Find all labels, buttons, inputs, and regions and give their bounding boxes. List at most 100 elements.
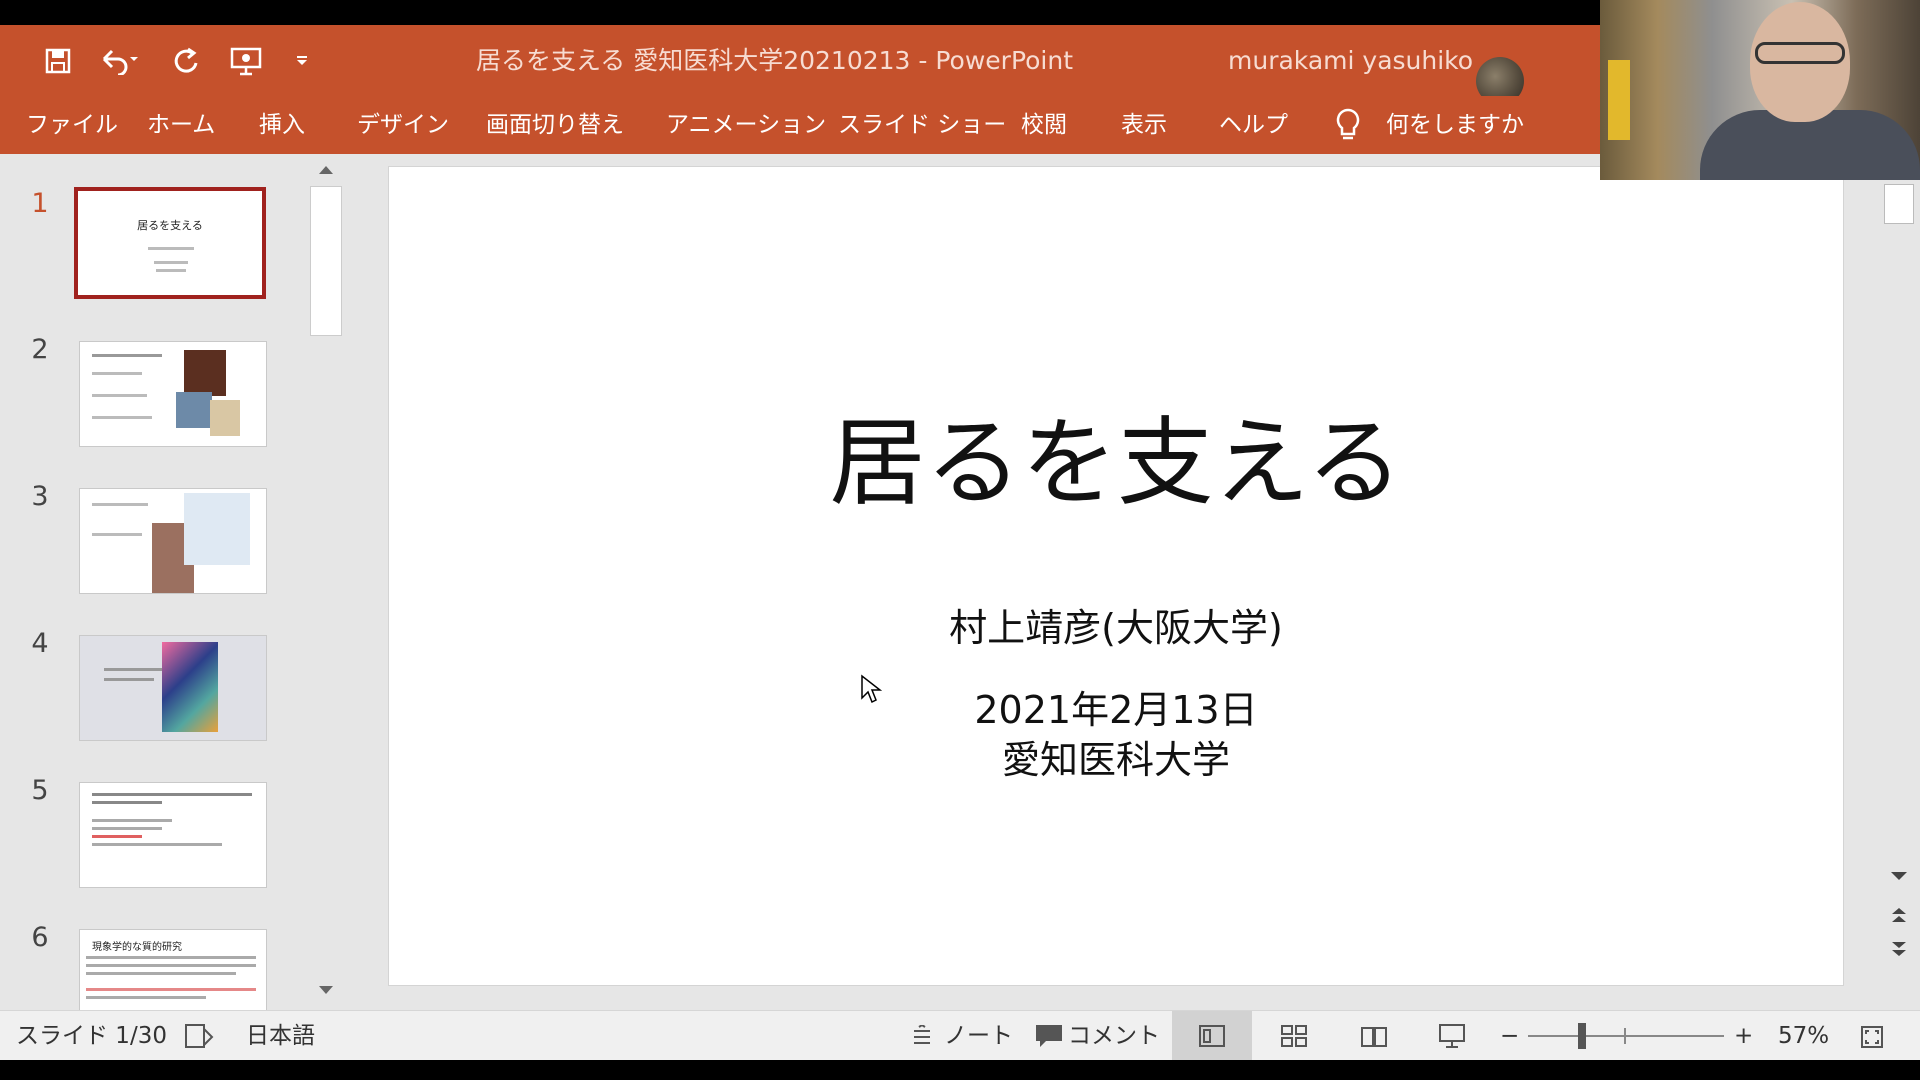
redo-icon[interactable] bbox=[170, 45, 202, 77]
slide-editor: 居るを支える 村上靖彦(大阪大学) 2021年2月13日 愛知医科大学 bbox=[342, 154, 1882, 1010]
normal-view-button[interactable] bbox=[1172, 1011, 1252, 1061]
slide-thumbnail-1[interactable]: 居るを支える bbox=[74, 187, 266, 299]
thumb1-title: 居るを支える bbox=[137, 219, 203, 232]
thumb-photo bbox=[210, 400, 240, 436]
thumb-text-line bbox=[92, 843, 222, 846]
user-name[interactable]: murakami yasuhiko bbox=[1228, 45, 1473, 77]
thumb-number-2: 2 bbox=[31, 334, 49, 365]
tab-design[interactable]: デザイン bbox=[357, 110, 449, 140]
thumb-book-cover bbox=[162, 642, 218, 732]
tab-animations[interactable]: アニメーション bbox=[666, 110, 826, 140]
thumb1-line bbox=[148, 247, 194, 250]
tab-view[interactable]: 表示 bbox=[1121, 110, 1167, 140]
thumb-text-line bbox=[92, 793, 252, 796]
webcam-video bbox=[1600, 0, 1920, 180]
slide-sorter-icon bbox=[1281, 1025, 1307, 1047]
save-icon[interactable] bbox=[42, 45, 74, 77]
thumb-text-line bbox=[92, 819, 172, 822]
main-area: 1 居るを支える 2 3 4 5 6 現象学的な質的研究 居るを支える 村上靖彦… bbox=[0, 154, 1920, 1012]
thumb-number-4: 4 bbox=[31, 628, 49, 659]
thumbnails-scrollbar[interactable] bbox=[310, 154, 342, 1010]
thumb1-line bbox=[156, 269, 186, 272]
thumb-photo bbox=[184, 493, 250, 565]
thumb-text-line bbox=[92, 372, 142, 375]
slide-thumbnail-3[interactable] bbox=[79, 488, 267, 594]
scroll-down-arrow-icon[interactable] bbox=[1888, 868, 1910, 887]
notes-button[interactable]: ノート bbox=[944, 1021, 1013, 1051]
thumb-text-line bbox=[92, 827, 162, 830]
thumb-text-line bbox=[92, 801, 162, 804]
tab-help[interactable]: ヘルプ bbox=[1219, 110, 1288, 140]
webcam-background-sign bbox=[1608, 60, 1630, 140]
zoom-in-button[interactable]: + bbox=[1734, 1021, 1753, 1051]
slide-organization[interactable]: 愛知医科大学 bbox=[389, 729, 1843, 784]
slide-title[interactable]: 居るを支える bbox=[389, 385, 1843, 524]
slide-scroll-thumb[interactable] bbox=[1884, 184, 1914, 224]
window-bottom-border bbox=[0, 1060, 1920, 1080]
zoom-slider-track[interactable] bbox=[1528, 1035, 1724, 1037]
mouse-cursor-icon bbox=[860, 674, 883, 708]
notes-icon[interactable] bbox=[910, 1023, 934, 1051]
thumb-text-line bbox=[86, 972, 236, 975]
slide-thumbnails-pane[interactable]: 1 居るを支える 2 3 4 5 6 現象学的な質的研究 bbox=[0, 154, 310, 1012]
reading-view-button[interactable] bbox=[1334, 1011, 1414, 1061]
tab-file[interactable]: ファイル bbox=[26, 110, 118, 140]
slide-thumbnail-2[interactable] bbox=[79, 341, 267, 447]
next-slide-icon[interactable] bbox=[1888, 940, 1910, 962]
comment-icon[interactable] bbox=[1034, 1023, 1064, 1053]
thumb-text-line bbox=[86, 996, 206, 999]
normal-view-icon bbox=[1199, 1025, 1225, 1047]
slideshow-icon bbox=[1439, 1024, 1465, 1048]
thumb6-heading: 現象学的な質的研究 bbox=[92, 942, 182, 953]
thumb-text-line bbox=[104, 678, 154, 681]
thumb-text-line bbox=[92, 416, 152, 419]
webcam-person-glasses bbox=[1755, 42, 1845, 64]
spellcheck-icon[interactable] bbox=[184, 1023, 214, 1053]
tab-home[interactable]: ホーム bbox=[147, 110, 215, 140]
thumb-text-line bbox=[92, 394, 147, 397]
powerpoint-window: 居るを支える 愛知医科大学20210213 - PowerPoint murak… bbox=[0, 0, 1920, 1080]
slideshow-button[interactable] bbox=[1412, 1011, 1492, 1061]
slide-thumbnail-5[interactable] bbox=[79, 782, 267, 888]
tab-insert[interactable]: 挿入 bbox=[259, 110, 305, 140]
thumb-photo bbox=[184, 350, 226, 396]
tell-me-search[interactable]: 何をしますか bbox=[1386, 110, 1524, 140]
thumbnails-scroll-thumb[interactable] bbox=[310, 186, 342, 336]
slide-scrollbar[interactable] bbox=[1882, 154, 1920, 1010]
zoom-out-button[interactable]: − bbox=[1500, 1021, 1519, 1051]
reading-view-icon bbox=[1361, 1027, 1387, 1047]
tab-review[interactable]: 校閲 bbox=[1021, 110, 1067, 140]
zoom-level[interactable]: 57% bbox=[1778, 1021, 1829, 1051]
slide-author[interactable]: 村上靖彦(大阪大学) bbox=[389, 597, 1843, 652]
lightbulb-icon[interactable] bbox=[1334, 108, 1362, 146]
slide-counter[interactable]: スライド 1/30 bbox=[16, 1021, 167, 1051]
tab-transitions[interactable]: 画面切り替え bbox=[486, 110, 624, 140]
customize-icon[interactable] bbox=[292, 45, 312, 77]
previous-slide-icon[interactable] bbox=[1888, 906, 1910, 928]
thumb-text-line bbox=[86, 988, 256, 991]
undo-icon[interactable] bbox=[98, 45, 138, 77]
thumb-number-5: 5 bbox=[31, 775, 49, 806]
slide-thumbnail-6[interactable]: 現象学的な質的研究 bbox=[79, 929, 267, 1012]
thumb-text-line bbox=[92, 835, 142, 838]
status-bar: スライド 1/30 日本語 ノート コメント − + 57% bbox=[0, 1010, 1920, 1061]
slide-canvas[interactable]: 居るを支える 村上靖彦(大阪大学) 2021年2月13日 愛知医科大学 bbox=[388, 166, 1844, 986]
language-indicator[interactable]: 日本語 bbox=[246, 1021, 315, 1051]
fit-to-window-icon[interactable] bbox=[1860, 1025, 1884, 1053]
thumb-number-3: 3 bbox=[31, 481, 49, 512]
thumb-number-6: 6 bbox=[31, 922, 49, 953]
thumb-text-line bbox=[92, 503, 148, 506]
thumb-text-line bbox=[86, 964, 256, 967]
comments-button[interactable]: コメント bbox=[1068, 1021, 1160, 1051]
scroll-up-arrow-icon[interactable] bbox=[316, 162, 336, 181]
scroll-down-arrow-icon[interactable] bbox=[316, 982, 336, 1001]
slide-sorter-button[interactable] bbox=[1254, 1011, 1334, 1061]
zoom-slider-thumb[interactable] bbox=[1578, 1023, 1586, 1049]
present-icon[interactable] bbox=[228, 45, 264, 77]
thumb-text-line bbox=[86, 956, 256, 959]
thumb-number-1: 1 bbox=[31, 188, 49, 219]
slide-thumbnail-4[interactable] bbox=[79, 635, 267, 741]
tab-slideshow[interactable]: スライド ショー bbox=[838, 110, 1006, 140]
slide-date[interactable]: 2021年2月13日 bbox=[389, 679, 1843, 734]
thumb-text-line bbox=[92, 533, 142, 536]
